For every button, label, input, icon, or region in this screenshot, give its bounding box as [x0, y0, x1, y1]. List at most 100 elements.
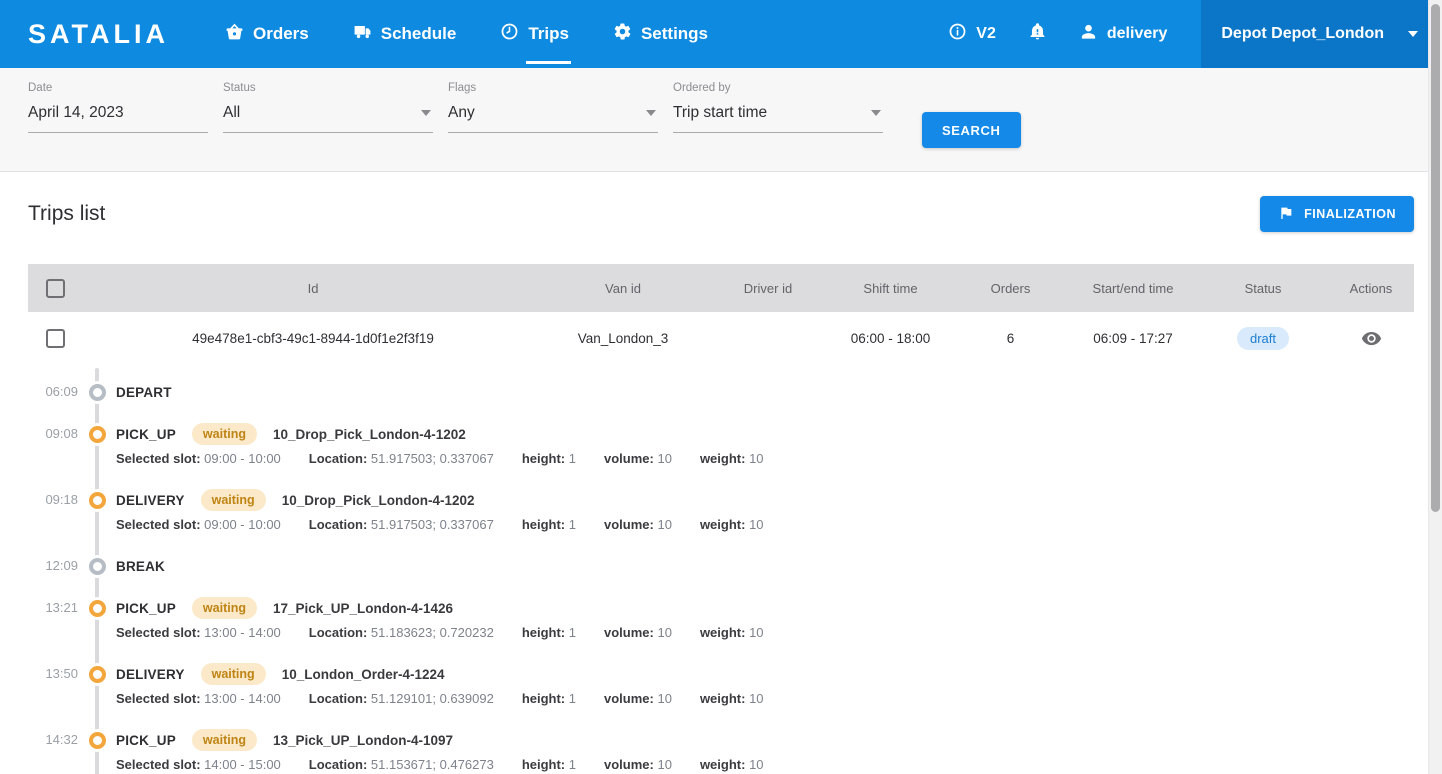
- search-button[interactable]: SEARCH: [922, 112, 1021, 148]
- flag-icon: [1278, 205, 1294, 224]
- timeline-stop: 12:09 BREAK: [28, 554, 1414, 578]
- volume-label: volume:: [604, 757, 654, 772]
- column-header-van-id: Van id: [538, 281, 708, 296]
- stop-dot-icon: [89, 732, 106, 749]
- timeline: 06:09 DEPART 09:08 PICK_UP waiting 10_Dr…: [28, 380, 1414, 774]
- stop-order-id: 10_London_Order-4-1224: [282, 667, 445, 682]
- location-label: Location:: [309, 757, 368, 772]
- trips-page: Trips list FINALIZATION Id Van id Driver…: [0, 192, 1442, 774]
- timeline-stop: 09:08 PICK_UP waiting 10_Drop_Pick_Londo…: [28, 422, 1414, 470]
- weight-label: weight:: [700, 517, 746, 532]
- stop-dot-icon: [89, 384, 106, 401]
- ordered-by-select[interactable]: Trip start time: [673, 100, 883, 133]
- stop-detail: Selected slot: 14:00 - 15:00 Location: 5…: [116, 752, 1414, 774]
- stop-time: 14:32: [28, 728, 78, 774]
- stop-time: 06:09: [28, 380, 78, 404]
- nav-right: V2 delivery Depot Depot_London: [948, 0, 1442, 68]
- flags-value: Any: [448, 104, 475, 122]
- view-trip-icon[interactable]: [1361, 328, 1382, 349]
- stop-detail: Selected slot: 09:00 - 10:00 Location: 5…: [116, 512, 1414, 536]
- ordered-by-field: Ordered by Trip start time: [673, 82, 883, 133]
- date-field: Date April 14, 2023: [28, 82, 208, 133]
- stop-dot-icon: [89, 666, 106, 683]
- stop-order-id: 10_Drop_Pick_London-4-1202: [273, 427, 466, 442]
- version-label: V2: [976, 25, 996, 43]
- stop-type: PICK_UP: [116, 733, 176, 748]
- select-all-checkbox[interactable]: [46, 279, 65, 298]
- stop-type: DELIVERY: [116, 493, 185, 508]
- weight-label: weight:: [700, 451, 746, 466]
- timeline-stop: 06:09 DEPART: [28, 380, 1414, 404]
- basket-icon: [225, 22, 244, 46]
- stop-order-id: 10_Drop_Pick_London-4-1202: [282, 493, 475, 508]
- stop-time: 13:50: [28, 662, 78, 710]
- timeline-stop: 14:32 PICK_UP waiting 13_Pick_UP_London-…: [28, 728, 1414, 774]
- nav-tab-orders[interactable]: Orders: [225, 0, 309, 68]
- date-label: Date: [28, 82, 208, 94]
- page-title: Trips list: [28, 202, 105, 226]
- info-icon: [948, 22, 967, 46]
- notifications-button[interactable]: [1028, 22, 1047, 46]
- nav-tab-settings[interactable]: Settings: [613, 0, 708, 68]
- column-header-actions: Actions: [1328, 281, 1414, 296]
- stop-type: PICK_UP: [116, 601, 176, 616]
- satalia-logo[interactable]: SATALIA: [28, 19, 169, 50]
- finalization-button[interactable]: FINALIZATION: [1260, 196, 1414, 232]
- nav-tab-label: Trips: [528, 24, 569, 44]
- flags-select[interactable]: Any: [448, 100, 658, 133]
- selected-slot-label: Selected slot:: [116, 757, 201, 772]
- trips-table-header: Id Van id Driver id Shift time Orders St…: [28, 264, 1414, 312]
- location-label: Location:: [309, 451, 368, 466]
- column-header-orders: Orders: [953, 281, 1068, 296]
- ordered-by-value: Trip start time: [673, 104, 767, 122]
- stop-status-badge: waiting: [192, 729, 257, 751]
- chevron-down-icon: [421, 110, 431, 116]
- nav-tab-label: Orders: [253, 24, 309, 44]
- nav-tab-trips[interactable]: Trips: [500, 0, 569, 68]
- stop-type: BREAK: [116, 559, 165, 574]
- height-label: height:: [522, 625, 565, 640]
- gear-icon: [613, 22, 632, 46]
- location-label: Location:: [309, 625, 368, 640]
- trip-id: 49e478e1-cbf3-49c1-8944-1d0f1e2f3f19: [88, 331, 538, 346]
- selected-slot-label: Selected slot:: [116, 517, 201, 532]
- user-menu[interactable]: delivery: [1079, 22, 1167, 46]
- stop-order-id: 13_Pick_UP_London-4-1097: [273, 733, 453, 748]
- stop-status-badge: waiting: [192, 423, 257, 445]
- row-checkbox[interactable]: [46, 329, 65, 348]
- location-label: Location:: [309, 517, 368, 532]
- column-header-shift-time: Shift time: [828, 281, 953, 296]
- height-label: height:: [522, 757, 565, 772]
- date-input[interactable]: April 14, 2023: [28, 100, 208, 133]
- depot-selector[interactable]: Depot Depot_London: [1201, 0, 1442, 68]
- column-header-id: Id: [88, 281, 538, 296]
- column-header-driver-id: Driver id: [708, 281, 828, 296]
- scrollbar-thumb[interactable]: [1431, 4, 1440, 512]
- version-info[interactable]: V2: [948, 22, 996, 46]
- status-label: Status: [223, 82, 433, 94]
- timeline-stop: 13:21 PICK_UP waiting 17_Pick_UP_London-…: [28, 596, 1414, 644]
- trip-start-end-time: 06:09 - 17:27: [1068, 331, 1198, 346]
- stop-time: 12:09: [28, 554, 78, 578]
- flags-label: Flags: [448, 82, 658, 94]
- status-value: All: [223, 104, 240, 122]
- selected-slot-label: Selected slot:: [116, 691, 201, 706]
- weight-label: weight:: [700, 625, 746, 640]
- trip-van-id: Van_London_3: [538, 331, 708, 346]
- stop-dot-icon: [89, 492, 106, 509]
- volume-label: volume:: [604, 451, 654, 466]
- chevron-down-icon: [1408, 31, 1418, 37]
- nav-tab-schedule[interactable]: Schedule: [353, 0, 457, 68]
- chevron-down-icon: [871, 110, 881, 116]
- stop-detail: Selected slot: 13:00 - 14:00 Location: 5…: [116, 620, 1414, 644]
- status-field: Status All: [223, 82, 433, 133]
- column-header-status: Status: [1198, 281, 1328, 296]
- date-value: April 14, 2023: [28, 104, 124, 122]
- stop-time: 09:08: [28, 422, 78, 470]
- person-icon: [1079, 22, 1098, 46]
- height-label: height:: [522, 691, 565, 706]
- status-select[interactable]: All: [223, 100, 433, 133]
- nav-tab-label: Schedule: [381, 24, 457, 44]
- page-scrollbar: [1428, 0, 1442, 774]
- weight-label: weight:: [700, 757, 746, 772]
